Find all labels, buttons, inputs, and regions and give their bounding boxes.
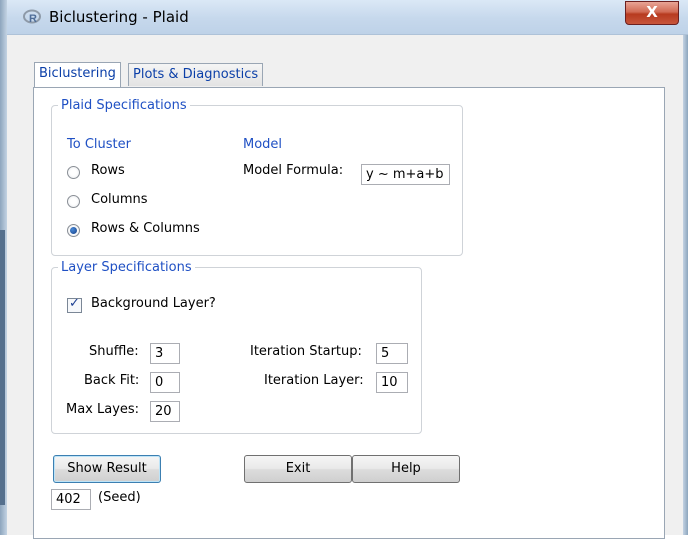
seed-input[interactable] — [51, 489, 91, 510]
exit-button[interactable]: Exit — [244, 455, 352, 483]
help-button[interactable]: Help — [352, 455, 460, 483]
model-formula-label: Model Formula: — [243, 163, 344, 178]
shuffle-label: Shuffle: — [89, 344, 139, 359]
shuffle-input[interactable] — [150, 343, 180, 364]
show-result-button[interactable]: Show Result — [53, 455, 161, 483]
background-layer-label[interactable]: Background Layer? — [91, 296, 216, 311]
radio-columns-label[interactable]: Columns — [91, 192, 148, 207]
radio-columns[interactable] — [67, 195, 80, 208]
svg-text:R: R — [29, 13, 37, 25]
radio-rows[interactable] — [67, 166, 80, 179]
max-layers-label: Max Layes: — [66, 402, 140, 417]
iteration-startup-label: Iteration Startup: — [250, 344, 362, 359]
tab-label: Plots & Diagnostics — [133, 67, 259, 82]
title-bar[interactable]: R Biclustering - Plaid X — [7, 0, 688, 35]
checkmark-icon: ✓ — [69, 296, 80, 311]
iteration-layer-input[interactable] — [376, 372, 408, 393]
radio-rows-and-columns[interactable] — [67, 224, 80, 237]
iteration-startup-input[interactable] — [376, 343, 408, 364]
back-fit-label: Back Fit: — [84, 373, 140, 388]
close-button[interactable]: X — [625, 1, 679, 25]
back-fit-input[interactable] — [150, 372, 180, 393]
model-heading: Model — [243, 137, 283, 152]
window-title: Biclustering - Plaid — [49, 8, 189, 26]
close-icon: X — [646, 3, 658, 21]
tab-biclustering[interactable]: Biclustering — [34, 62, 121, 87]
to-cluster-heading: To Cluster — [67, 137, 131, 152]
max-layers-input[interactable] — [150, 401, 180, 422]
window-right-border — [683, 35, 688, 535]
tab-plots-diagnostics[interactable]: Plots & Diagnostics — [128, 63, 264, 86]
background-layer-checkbox[interactable]: ✓ — [67, 296, 82, 313]
layer-specifications-legend: Layer Specifications — [61, 260, 192, 275]
iteration-layer-label: Iteration Layer: — [264, 373, 364, 388]
radio-rows-label[interactable]: Rows — [91, 163, 125, 178]
plaid-specifications-legend: Plaid Specifications — [61, 98, 187, 113]
background-window-edge — [0, 230, 5, 505]
tab-label: Biclustering — [39, 66, 116, 81]
r-logo-icon: R — [23, 9, 41, 25]
radio-rows-and-columns-label[interactable]: Rows & Columns — [91, 221, 200, 236]
model-formula-input[interactable] — [361, 164, 450, 185]
seed-label: (Seed) — [98, 490, 141, 505]
